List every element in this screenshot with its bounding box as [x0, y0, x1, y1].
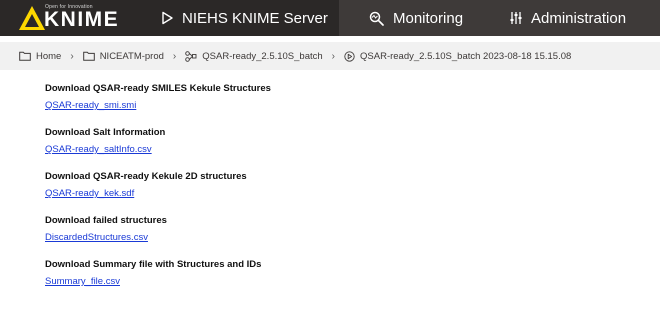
folder-icon: [19, 51, 31, 61]
list-item: Download failed structures DiscardedStru…: [45, 215, 271, 245]
chevron-right-icon: ›: [70, 50, 74, 62]
breadcrumb-job-label: QSAR-ready_2.5.10S_batch 2023-08-18 15.1…: [360, 50, 572, 62]
list-item: Download Salt Information QSAR-ready_sal…: [45, 127, 271, 157]
list-item: Download QSAR-ready Kekule 2D structures…: [45, 171, 271, 201]
workflow-icon: [185, 50, 197, 62]
nav-administration-label: Administration: [531, 9, 627, 27]
nav-administration[interactable]: Administration: [489, 0, 626, 36]
breadcrumb-niceatm-prod[interactable]: NICEATM-prod: [82, 50, 164, 62]
breadcrumb-workflow-label: QSAR-ready_2.5.10S_batch: [202, 50, 323, 62]
folder-icon: [82, 51, 95, 61]
download-link[interactable]: DiscardedStructures.csv: [45, 232, 148, 244]
download-title: Download failed structures: [45, 215, 167, 226]
top-navigation-bar: Open for Innovation KNIME NIEHS KNIME Se…: [0, 0, 660, 36]
breadcrumb-niceatm-label: NICEATM-prod: [99, 50, 164, 62]
job-icon: [344, 50, 355, 62]
breadcrumb-home[interactable]: Home: [19, 51, 61, 62]
knime-logo[interactable]: Open for Innovation KNIME: [0, 0, 140, 36]
logo-text: KNIME: [44, 8, 120, 31]
monitoring-icon: [369, 11, 385, 26]
download-title: Download QSAR-ready SMILES Kekule Struct…: [45, 83, 271, 94]
nav-server[interactable]: NIEHS KNIME Server: [140, 0, 339, 36]
breadcrumb-home-label: Home: [36, 50, 62, 62]
breadcrumb-workflow[interactable]: QSAR-ready_2.5.10S_batch: [185, 50, 323, 62]
chevron-right-icon: ›: [172, 50, 177, 62]
list-item: Download Summary file with Structures an…: [45, 259, 271, 289]
download-link[interactable]: QSAR-ready_smi.smi: [45, 100, 136, 112]
sliders-icon: [509, 11, 523, 25]
download-link[interactable]: QSAR-ready_kek.sdf: [45, 188, 134, 200]
download-link[interactable]: Summary_file.csv: [45, 276, 120, 288]
download-list: Download QSAR-ready SMILES Kekule Struct…: [45, 83, 271, 303]
download-link[interactable]: QSAR-ready_saltInfo.csv: [45, 144, 152, 156]
nav-server-label: NIEHS KNIME Server: [182, 9, 328, 27]
download-title: Download Summary file with Structures an…: [45, 259, 262, 270]
breadcrumb: Home › NICEATM-prod › QSAR-ready_2.5.10S…: [0, 42, 660, 70]
chevron-right-icon: ›: [331, 50, 336, 62]
nav-monitoring[interactable]: Monitoring: [339, 0, 489, 36]
download-title: Download QSAR-ready Kekule 2D structures: [45, 171, 247, 182]
breadcrumb-job[interactable]: QSAR-ready_2.5.10S_batch 2023-08-18 15.1…: [344, 51, 571, 62]
download-title: Download Salt Information: [45, 127, 166, 138]
knime-triangle-icon: [19, 6, 45, 30]
nav-monitoring-label: Monitoring: [393, 9, 464, 27]
list-item: Download QSAR-ready SMILES Kekule Struct…: [45, 83, 271, 113]
play-icon: [160, 11, 174, 25]
